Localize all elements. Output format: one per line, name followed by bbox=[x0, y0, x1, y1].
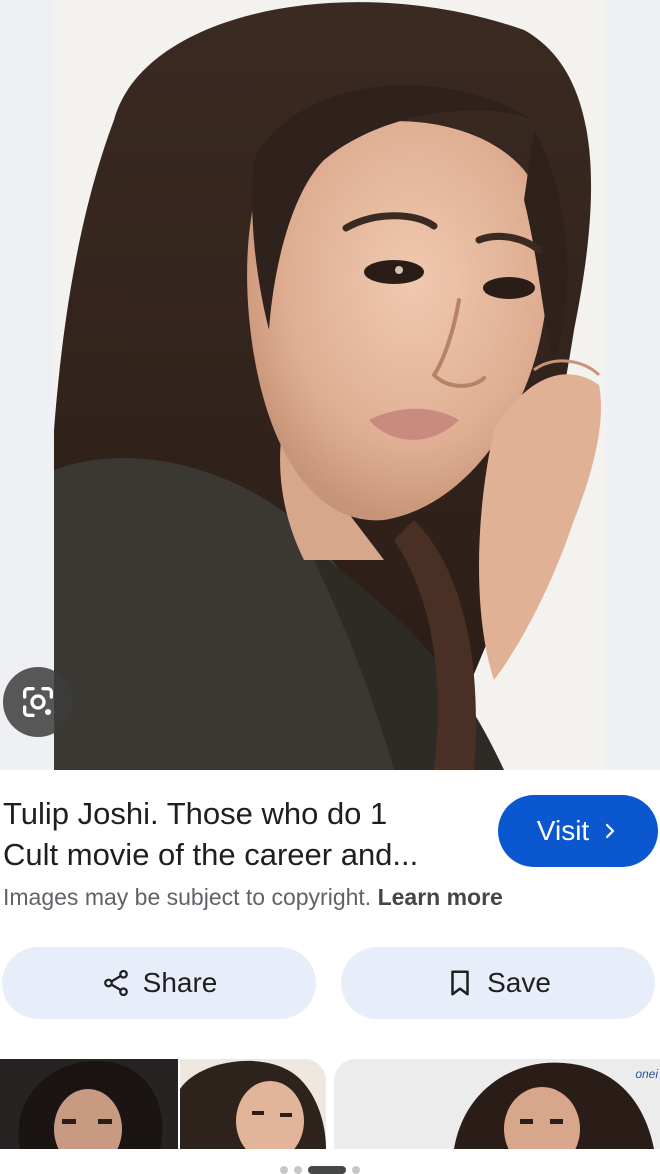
google-lens-icon bbox=[23, 687, 53, 717]
related-image-2-picture bbox=[180, 1059, 326, 1149]
portrait-image bbox=[54, 0, 606, 770]
related-image-3[interactable]: onei bbox=[334, 1059, 660, 1149]
related-image-3-picture bbox=[334, 1059, 660, 1149]
result-title-line-1: Tulip Joshi. Those who do 1 bbox=[3, 796, 388, 831]
google-lens-button[interactable] bbox=[3, 667, 73, 737]
thumbnail-brand-tag: onei bbox=[635, 1067, 658, 1081]
share-button[interactable]: Share bbox=[2, 947, 316, 1019]
visit-button-label: Visit bbox=[536, 815, 590, 846]
save-button[interactable]: Save bbox=[341, 947, 655, 1019]
copyright-text: Images may be subject to copyright. bbox=[3, 884, 372, 910]
pager-dot[interactable] bbox=[280, 1166, 288, 1174]
related-images-row: onei bbox=[0, 1059, 660, 1149]
share-icon bbox=[103, 969, 128, 997]
image-viewer: Tulip Joshi. Those who do 1 Cult movie o… bbox=[0, 0, 660, 1174]
chevron-right-icon bbox=[606, 823, 615, 839]
pager-dot[interactable] bbox=[294, 1166, 302, 1174]
result-title-line-2: Cult movie of the career and... bbox=[3, 837, 419, 872]
learn-more-link[interactable]: Learn more bbox=[378, 884, 503, 910]
share-label: Share bbox=[142, 967, 218, 998]
carousel-pager bbox=[280, 1166, 360, 1174]
image-preview-area bbox=[0, 0, 660, 770]
copyright-notice: Images may be subject to copyright. Lear… bbox=[3, 884, 643, 911]
visit-button[interactable]: Visit bbox=[498, 795, 658, 867]
related-image-1-picture bbox=[0, 1059, 178, 1149]
pager-dot[interactable] bbox=[352, 1166, 360, 1174]
related-image-1[interactable] bbox=[0, 1059, 178, 1149]
result-title[interactable]: Tulip Joshi. Those who do 1 Cult movie o… bbox=[3, 793, 473, 875]
related-image-2[interactable] bbox=[180, 1059, 326, 1149]
main-photo[interactable] bbox=[54, 0, 606, 770]
pager-dot-active[interactable] bbox=[308, 1166, 346, 1174]
save-label: Save bbox=[487, 967, 551, 998]
bookmark-icon bbox=[451, 970, 469, 996]
